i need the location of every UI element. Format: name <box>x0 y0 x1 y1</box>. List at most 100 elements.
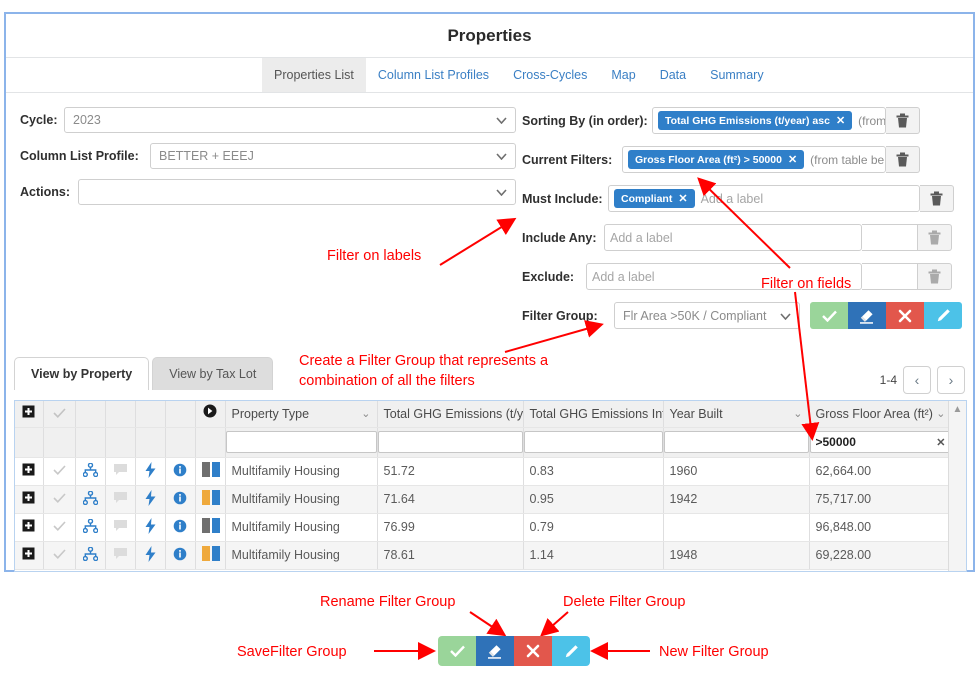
row-meters-button[interactable] <box>135 541 166 570</box>
right-form-column: Sorting By (in order): Total GHG Emissio… <box>522 107 972 341</box>
table-row[interactable]: Multifamily Housing 76.99 0.79 96,848.00 <box>15 513 948 542</box>
sorting-by-badge[interactable]: Total GHG Emissions (t/year) asc ✕ <box>658 111 853 130</box>
include-any-input-placeholder[interactable]: Add a label <box>610 231 673 245</box>
filter-total-ghg-input[interactable] <box>377 431 523 453</box>
current-filters-clear-button[interactable] <box>886 146 920 173</box>
header-expand-detail[interactable] <box>195 401 226 428</box>
row-notes-button[interactable] <box>105 541 136 570</box>
row-expand-button[interactable] <box>15 485 44 514</box>
filter-group-select[interactable]: Flr Area >50K / Compliant <box>614 302 800 329</box>
legend-rename-filter-group-button[interactable] <box>476 636 514 666</box>
check-icon <box>52 521 66 531</box>
filter-year-built-cell[interactable] <box>663 427 810 458</box>
new-filter-group-button[interactable] <box>924 302 962 329</box>
tab-view-by-property[interactable]: View by Property <box>14 357 150 390</box>
tab-column-list-profiles[interactable]: Column List Profiles <box>366 58 501 92</box>
row-meters-button[interactable] <box>135 485 166 514</box>
legend-new-filter-group-button[interactable] <box>552 636 590 666</box>
tab-data[interactable]: Data <box>648 58 698 92</box>
row-notes-button[interactable] <box>105 457 136 486</box>
close-x-icon[interactable]: ✕ <box>678 192 687 205</box>
annotation-rename-filter-group: Rename Filter Group <box>320 594 456 610</box>
filter-ghg-intensity-cell[interactable] <box>523 427 664 458</box>
include-any-field[interactable]: Add a label <box>604 224 862 251</box>
sorting-by-clear-button[interactable] <box>886 107 920 134</box>
close-x-icon[interactable]: ✕ <box>836 114 845 127</box>
clear-filter-icon[interactable]: ✕ <box>936 436 945 449</box>
row-select-checkbox[interactable] <box>43 541 76 570</box>
table-row[interactable]: Multifamily Housing 51.72 0.83 1960 62,664.0… <box>15 457 948 486</box>
pagination-prev-button[interactable]: ‹ <box>903 366 931 394</box>
filter-cell-blank <box>165 427 196 458</box>
current-filters-badge[interactable]: Gross Floor Area (ft²) > 50000 ✕ <box>628 150 805 169</box>
tab-view-by-tax-lot[interactable]: View by Tax Lot <box>152 357 274 390</box>
row-info-button[interactable] <box>165 541 196 570</box>
row-select-checkbox[interactable] <box>43 485 76 514</box>
row-info-button[interactable] <box>165 457 196 486</box>
circle-arrow-right-icon <box>203 404 217 418</box>
column-list-profile-select[interactable]: BETTER + EEEJ <box>150 142 516 169</box>
header-year-built[interactable]: Year Built ⌄ <box>663 401 810 428</box>
filter-gross-floor-area-cell[interactable]: >50000 ✕ <box>809 427 948 458</box>
row-organization-button[interactable] <box>75 541 106 570</box>
row-expand-button[interactable] <box>15 541 44 570</box>
pagination-next-button[interactable]: › <box>937 366 965 394</box>
close-x-icon[interactable]: ✕ <box>788 153 797 166</box>
row-info-button[interactable] <box>165 513 196 542</box>
delete-filter-group-button[interactable] <box>886 302 924 329</box>
row-meters-button[interactable] <box>135 457 166 486</box>
must-include-clear-button[interactable] <box>920 185 954 212</box>
sorting-by-row: Sorting By (in order): Total GHG Emissio… <box>522 107 972 134</box>
tab-properties-list[interactable]: Properties List <box>262 58 366 92</box>
row-notes-button[interactable] <box>105 513 136 542</box>
filter-gross-floor-area-input[interactable]: >50000 ✕ <box>809 431 948 453</box>
must-include-input-placeholder[interactable]: Add a label <box>701 192 764 206</box>
row-organization-button[interactable] <box>75 513 106 542</box>
exclude-clear-button[interactable] <box>918 263 952 290</box>
table-vertical-scrollbar[interactable]: ▲ <box>948 401 966 571</box>
row-organization-button[interactable] <box>75 457 106 486</box>
row-info-button[interactable] <box>165 485 196 514</box>
table-row[interactable]: Multifamily Housing 71.64 0.95 1942 75,717.0… <box>15 485 948 514</box>
save-filter-group-button[interactable] <box>810 302 848 329</box>
tab-cross-cycles[interactable]: Cross-Cycles <box>501 58 599 92</box>
tab-map[interactable]: Map <box>599 58 647 92</box>
exclude-input-placeholder[interactable]: Add a label <box>592 270 655 284</box>
row-notes-button[interactable] <box>105 485 136 514</box>
header-select-all[interactable] <box>43 401 76 428</box>
actions-row: Actions: <box>20 178 516 205</box>
close-x-icon <box>526 644 540 658</box>
exclude-spacer <box>862 263 918 290</box>
header-gross-floor-area[interactable]: Gross Floor Area (ft²) ⌄ <box>809 401 948 428</box>
header-total-ghg[interactable]: Total GHG Emissions (t/y.. <box>377 401 524 428</box>
rename-filter-group-button[interactable] <box>848 302 886 329</box>
scroll-up-arrow-icon[interactable]: ▲ <box>949 401 966 415</box>
legend-delete-filter-group-button[interactable] <box>514 636 552 666</box>
cycle-select[interactable]: 2023 <box>64 106 516 133</box>
include-any-clear-button[interactable] <box>918 224 952 251</box>
row-select-checkbox[interactable] <box>43 513 76 542</box>
must-include-field[interactable]: Compliant ✕ Add a label <box>608 185 920 212</box>
tab-summary[interactable]: Summary <box>698 58 775 92</box>
filter-property-type-input[interactable] <box>225 431 377 453</box>
filter-property-type-cell[interactable] <box>225 427 378 458</box>
actions-select[interactable] <box>78 178 516 205</box>
header-property-type[interactable]: Property Type ⌄ <box>225 401 378 428</box>
must-include-badge[interactable]: Compliant ✕ <box>614 189 695 208</box>
filter-year-built-input[interactable] <box>663 431 809 453</box>
filter-ghg-intensity-input[interactable] <box>523 431 663 453</box>
row-select-checkbox[interactable] <box>43 457 76 486</box>
legend-save-filter-group-button[interactable] <box>438 636 476 666</box>
filter-total-ghg-cell[interactable] <box>377 427 524 458</box>
row-meters-button[interactable] <box>135 513 166 542</box>
sorting-by-field[interactable]: Total GHG Emissions (t/year) asc ✕ (from… <box>652 107 886 134</box>
table-row[interactable]: Multifamily Housing 78.61 1.14 1948 69,228.0… <box>15 541 948 570</box>
current-filters-field[interactable]: Gross Floor Area (ft²) > 50000 ✕ (from t… <box>622 146 886 173</box>
header-expand-all[interactable] <box>15 401 44 428</box>
row-expand-button[interactable] <box>15 513 44 542</box>
plus-square-icon <box>22 547 35 560</box>
header-ghg-intensity[interactable]: Total GHG Emissions Int.. <box>523 401 664 428</box>
row-organization-button[interactable] <box>75 485 106 514</box>
check-icon <box>52 408 66 418</box>
row-expand-button[interactable] <box>15 457 44 486</box>
